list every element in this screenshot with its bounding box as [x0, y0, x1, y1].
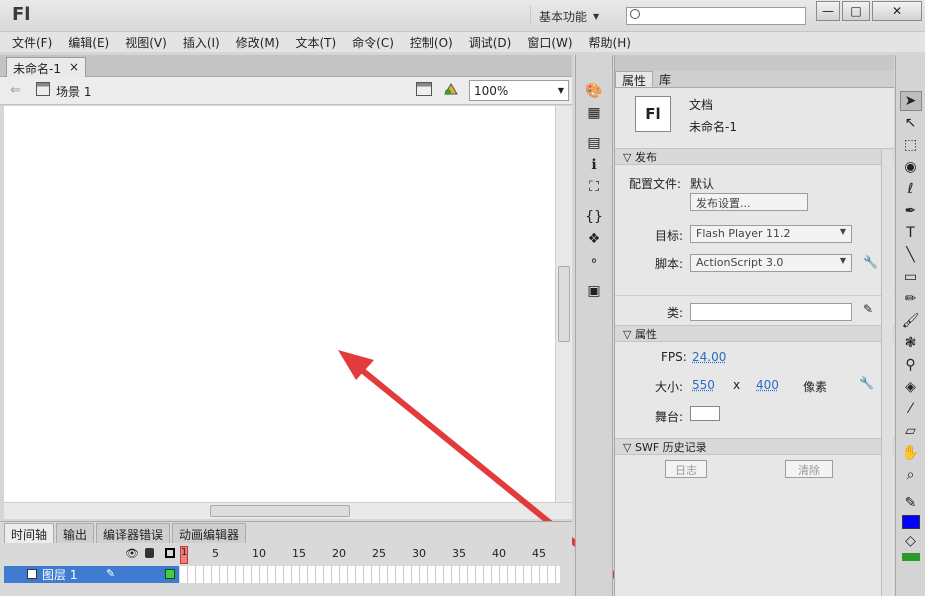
- lasso-tool-icon[interactable]: ℓ: [900, 179, 922, 199]
- width-value[interactable]: 550: [692, 378, 715, 392]
- text-tool-icon[interactable]: T: [900, 223, 922, 243]
- deco-tool-icon[interactable]: ❃: [900, 333, 922, 353]
- code-snippets-icon[interactable]: {}: [583, 207, 605, 227]
- selection-tool-icon[interactable]: ➤: [899, 91, 922, 111]
- script-select[interactable]: ActionScript 3.0 ▼: [690, 254, 852, 272]
- properties-scrollbar[interactable]: [881, 150, 893, 596]
- target-label: 目标:: [655, 229, 684, 243]
- brush-tool-icon[interactable]: 🖌: [900, 311, 922, 331]
- properties-panel: 属性 库 Fl 文档 未命名-1 ▽ 发布 配置文件: 默认 发布设置... 目…: [614, 55, 894, 596]
- publish-section-header[interactable]: ▽ 发布: [615, 148, 894, 165]
- profile-value: 默认: [690, 177, 715, 191]
- tab-library[interactable]: 库: [653, 71, 677, 87]
- frame-number: 15: [292, 547, 306, 560]
- info-icon[interactable]: ℹ: [583, 155, 605, 175]
- free-transform-tool-icon[interactable]: ⬚: [900, 135, 922, 155]
- document-type: 文档: [689, 98, 714, 112]
- class-input[interactable]: [690, 303, 852, 321]
- layer-color-swatch[interactable]: [165, 569, 175, 579]
- tab-motion-editor[interactable]: 动画编辑器: [172, 523, 247, 543]
- hand-tool-icon[interactable]: ✋: [900, 443, 922, 463]
- zoom-tool-icon[interactable]: ⌕: [900, 465, 922, 485]
- target-value: Flash Player 11.2: [696, 227, 791, 240]
- pen-tool-icon[interactable]: ✒: [900, 201, 922, 221]
- target-select[interactable]: Flash Player 11.2 ▼: [690, 225, 852, 243]
- lock-icon[interactable]: [145, 548, 154, 558]
- pencil-tool-icon[interactable]: ✏: [900, 289, 922, 309]
- align-icon[interactable]: ▤: [583, 133, 605, 153]
- fill-color-swatch[interactable]: [901, 515, 920, 529]
- transform-icon[interactable]: ⛶: [583, 177, 605, 197]
- frame-number: 5: [212, 547, 219, 560]
- class-label: 类:: [667, 306, 684, 320]
- log-button[interactable]: 日志: [665, 460, 707, 478]
- frame-number: 40: [492, 547, 506, 560]
- line-tool-icon[interactable]: ╲: [900, 245, 922, 265]
- frame-ruler: 1 5 10 15 20 25 30 35 40 45: [180, 546, 560, 564]
- color-palette-icon[interactable]: 🎨: [583, 81, 605, 101]
- stroke-color-icon[interactable]: ✎: [900, 493, 922, 513]
- unit-label: 像素: [803, 380, 828, 394]
- tab-output[interactable]: 输出: [56, 523, 95, 543]
- frame-grid[interactable]: [180, 566, 560, 583]
- eye-icon[interactable]: 👁: [125, 547, 139, 560]
- pencil-icon: ✎: [106, 567, 116, 580]
- stage-color-label: 舞台:: [655, 410, 684, 424]
- eraser-tool-icon[interactable]: ▱: [900, 421, 922, 441]
- publish-settings-button[interactable]: 发布设置...: [690, 193, 808, 211]
- frame-number: 30: [412, 547, 426, 560]
- 3d-rotation-tool-icon[interactable]: ◉: [900, 157, 922, 177]
- components-icon[interactable]: ❖: [583, 229, 605, 249]
- fill-color-icon[interactable]: ◇: [900, 531, 922, 551]
- swf-history-label: SWF 历史记录: [634, 441, 707, 454]
- wrench-icon[interactable]: 🔧: [859, 376, 874, 390]
- frame-number: 45: [532, 547, 546, 560]
- layer-icon: [27, 569, 37, 579]
- tab-timeline[interactable]: 时间轴: [4, 523, 55, 543]
- color-swatch[interactable]: [901, 553, 920, 561]
- document-name: 未命名-1: [689, 120, 737, 134]
- properties-section-header[interactable]: ▽ 属性: [615, 325, 894, 342]
- script-label: 脚本:: [655, 257, 684, 271]
- motion-presets-icon[interactable]: ∘: [583, 251, 605, 271]
- frame-number: 20: [332, 547, 346, 560]
- clear-button[interactable]: 清除: [785, 460, 833, 478]
- eyedropper-tool-icon[interactable]: ⁄: [900, 399, 922, 419]
- profile-label: 配置文件:: [629, 177, 682, 191]
- publish-section-label: 发布: [634, 151, 657, 164]
- frame-number: 35: [452, 547, 466, 560]
- script-value: ActionScript 3.0: [696, 256, 784, 269]
- fps-value[interactable]: 24.00: [692, 350, 726, 364]
- size-label: 大小:: [655, 380, 684, 394]
- timeline-tabs: 时间轴 输出 编译器错误 动画编辑器: [4, 523, 248, 543]
- outline-icon[interactable]: [165, 548, 175, 558]
- project-icon[interactable]: ▣: [583, 281, 605, 301]
- frame-number: 10: [252, 547, 266, 560]
- height-value[interactable]: 400: [756, 378, 779, 392]
- properties-section-label: 属性: [634, 328, 657, 341]
- layer-name: 图层 1: [42, 568, 78, 582]
- fps-label: FPS:: [661, 350, 687, 364]
- paint-bucket-tool-icon[interactable]: ◈: [900, 377, 922, 397]
- pencil-icon[interactable]: ✎: [863, 302, 873, 316]
- bone-tool-icon[interactable]: ⚲: [900, 355, 922, 375]
- panel-dock: 🎨 ▦ ▤ ℹ ⛶ {} ❖ ∘ ▣: [575, 55, 613, 596]
- document-icon: Fl: [635, 96, 671, 132]
- size-separator: x: [733, 378, 741, 392]
- tab-compiler-errors[interactable]: 编译器错误: [96, 523, 171, 543]
- playhead[interactable]: 1: [180, 546, 188, 564]
- swatches-icon[interactable]: ▦: [583, 103, 605, 123]
- tools-panel: ➤ ↖ ⬚ ◉ ℓ ✒ T ╲ ▭ ✏ 🖌 ❃ ⚲ ◈ ⁄ ▱ ✋ ⌕ ✎ ◇: [895, 55, 925, 596]
- frame-number: 25: [372, 547, 386, 560]
- wrench-icon[interactable]: 🔧: [863, 255, 878, 269]
- rectangle-tool-icon[interactable]: ▭: [900, 267, 922, 287]
- subselection-tool-icon[interactable]: ↖: [900, 113, 922, 133]
- swf-history-section-header[interactable]: ▽ SWF 历史记录: [615, 438, 894, 455]
- tab-properties[interactable]: 属性: [615, 71, 654, 88]
- stage-color-swatch[interactable]: [690, 406, 720, 421]
